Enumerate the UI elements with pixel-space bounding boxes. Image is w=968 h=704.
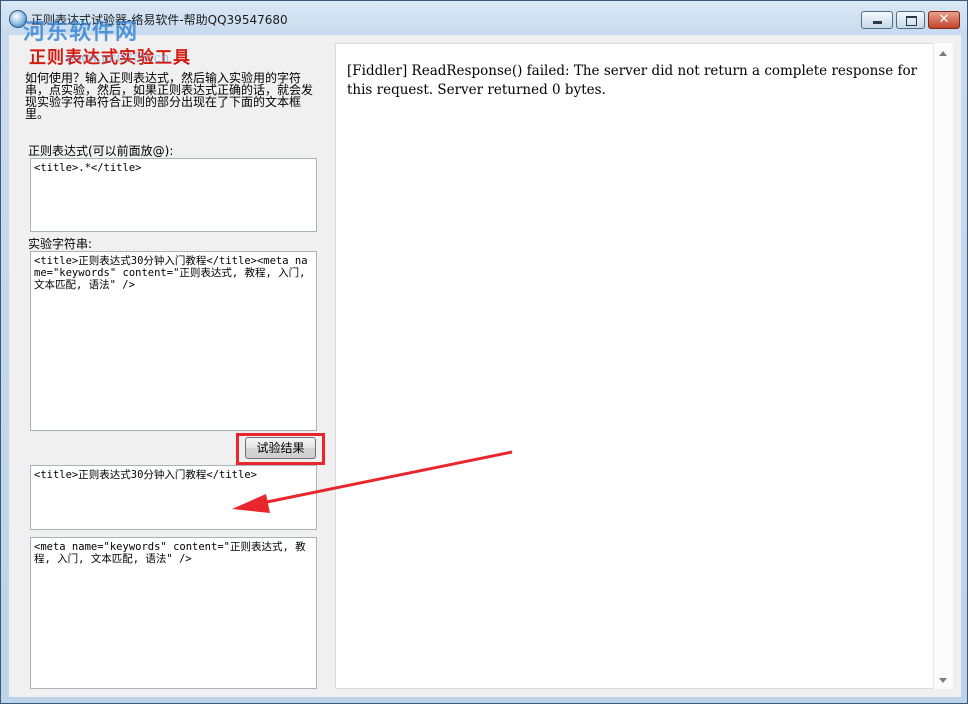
arrow-head-icon — [232, 494, 270, 513]
arrow-shaft — [261, 450, 513, 505]
annotation-arrow — [232, 450, 513, 513]
